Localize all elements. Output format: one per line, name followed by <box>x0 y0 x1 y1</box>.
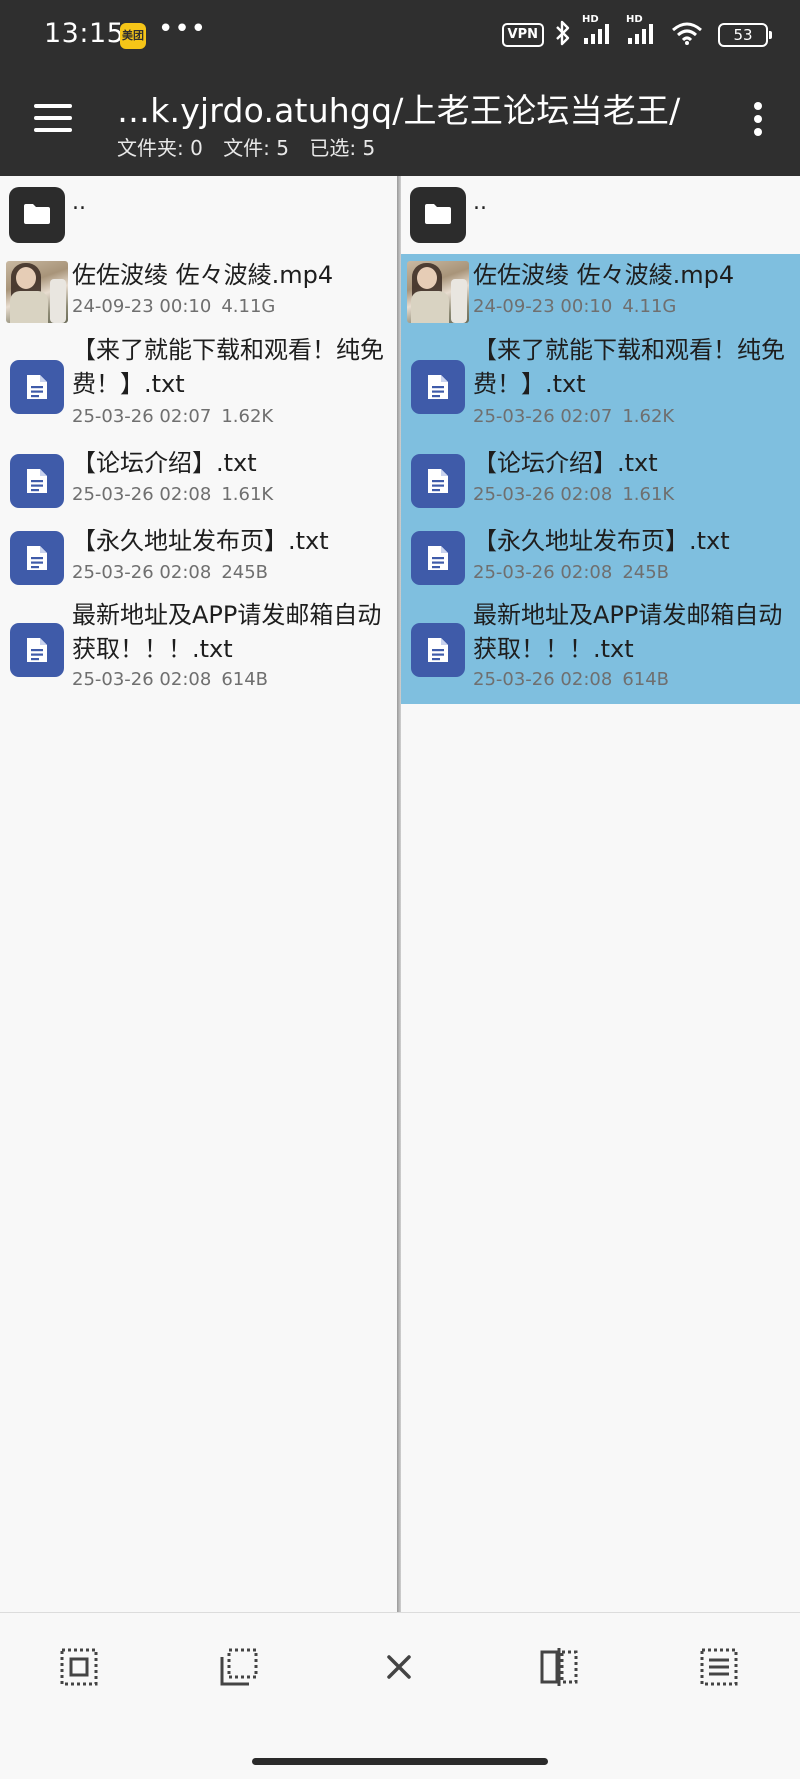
text-file-icon <box>10 454 64 508</box>
file-meta: 25-03-26 02:07 1.62K <box>72 406 273 427</box>
bottom-action-bar <box>0 1612 800 1779</box>
file-meta: 25-03-26 02:08 1.61K <box>72 484 273 505</box>
text-file-icon <box>10 623 64 677</box>
text-file-icon <box>411 360 465 414</box>
more-notifications-icon: ••• <box>158 14 208 44</box>
file-size: 614B <box>622 669 670 690</box>
folder-icon <box>410 187 466 243</box>
meituan-app-icon: 美团 <box>120 23 146 49</box>
file-row[interactable]: 【论坛介绍】.txt 25-03-26 02:08 1.61K <box>0 442 397 519</box>
select-list-icon[interactable] <box>699 1647 743 1691</box>
file-size: 4.11G <box>221 296 276 317</box>
file-name: 佐佐波绫 佐々波綾.mp4 <box>473 261 735 289</box>
file-meta: 24-09-23 00:10 4.11G <box>72 296 275 317</box>
text-file-icon <box>411 454 465 508</box>
file-count: 文件: 5 <box>223 136 290 160</box>
select-all-icon[interactable] <box>59 1647 103 1691</box>
text-file-icon <box>10 360 64 414</box>
file-size: 1.62K <box>221 406 274 427</box>
menu-icon[interactable] <box>34 104 74 136</box>
file-size: 245B <box>622 562 670 583</box>
text-file-icon <box>10 531 64 585</box>
file-meta: 24-09-23 00:10 4.11G <box>473 296 676 317</box>
file-name: 最新地址及APP请发邮箱自动获取！！！.txt <box>72 601 382 663</box>
file-meta: 25-03-26 02:08 614B <box>473 669 669 690</box>
left-pane: .. 佐佐波绫 佐々波綾.mp4 24-09-23 00:10 4.11G 【来了… <box>0 176 397 1612</box>
text-file-icon <box>411 531 465 585</box>
right-pane: .. 佐佐波绫 佐々波綾.mp4 24-09-23 00:10 4.11G 【来了… <box>401 176 800 1612</box>
signal-hd-icon: HD <box>626 14 660 50</box>
text-file-icon <box>411 623 465 677</box>
file-row-selected[interactable]: 最新地址及APP请发邮箱自动获取！！！.txt 25-03-26 02:08 61… <box>401 595 800 704</box>
signal-hd-icon: HD <box>582 14 616 50</box>
more-options-icon[interactable] <box>752 102 764 142</box>
status-indicators: VPN HD HD 53 <box>501 14 772 52</box>
file-size: 614B <box>221 669 269 690</box>
file-date: 25-03-26 02:08 <box>473 562 613 583</box>
file-name: 最新地址及APP请发邮箱自动获取！！！.txt <box>473 601 783 663</box>
file-name: 【来了就能下载和观看！纯免费！】.txt <box>72 336 384 398</box>
video-thumbnail <box>6 261 68 323</box>
file-date: 25-03-26 02:08 <box>473 669 613 690</box>
wifi-icon <box>670 20 704 50</box>
file-meta: 25-03-26 02:08 245B <box>72 562 268 583</box>
file-meta: 25-03-26 02:08 1.61K <box>473 484 674 505</box>
folder-count: 文件夹: 0 <box>117 136 203 160</box>
file-row-selected[interactable]: 【论坛介绍】.txt 25-03-26 02:08 1.61K <box>401 442 800 519</box>
file-date: 25-03-26 02:08 <box>72 669 212 690</box>
app-toolbar: …k.yjrdo.atuhgq/上老王论坛当老王/ 文件夹: 0 文件: 5 已… <box>0 70 800 176</box>
file-size: 1.62K <box>622 406 675 427</box>
selected-count: 已选: 5 <box>309 136 376 160</box>
vpn-icon: VPN <box>501 23 544 47</box>
bluetooth-icon <box>554 19 572 51</box>
home-indicator[interactable] <box>252 1758 548 1765</box>
file-date: 24-09-23 00:10 <box>72 296 212 317</box>
file-row[interactable]: 最新地址及APP请发邮箱自动获取！！！.txt 25-03-26 02:08 61… <box>0 595 397 704</box>
file-date: 25-03-26 02:07 <box>72 406 212 427</box>
file-size: 4.11G <box>622 296 677 317</box>
file-row-selected[interactable]: 佐佐波绫 佐々波綾.mp4 24-09-23 00:10 4.11G <box>401 254 800 330</box>
file-name: 【来了就能下载和观看！纯免费！】.txt <box>473 336 785 398</box>
file-date: 25-03-26 02:08 <box>473 484 613 505</box>
battery-icon: 53 <box>718 23 772 47</box>
file-date: 25-03-26 02:08 <box>72 562 212 583</box>
file-meta: 25-03-26 02:07 1.62K <box>473 406 674 427</box>
file-name: 佐佐波绫 佐々波綾.mp4 <box>72 261 334 289</box>
file-date: 25-03-26 02:07 <box>473 406 613 427</box>
video-thumbnail <box>407 261 469 323</box>
file-meta: 25-03-26 02:08 614B <box>72 669 268 690</box>
selection-summary: 文件夹: 0 文件: 5 已选: 5 <box>117 132 389 161</box>
file-meta: 25-03-26 02:08 245B <box>473 562 669 583</box>
folder-icon <box>9 187 65 243</box>
file-name: 【永久地址发布页】.txt <box>72 527 329 555</box>
file-date: 25-03-26 02:08 <box>72 484 212 505</box>
file-name: 【论坛介绍】.txt <box>72 449 257 477</box>
parent-folder-label: .. <box>473 190 487 215</box>
swap-panes-icon[interactable] <box>539 1647 583 1691</box>
file-row-selected[interactable]: 【来了就能下载和观看！纯免费！】.txt 25-03-26 02:07 1.62K <box>401 330 800 442</box>
status-bar: 13:15 美团 ••• VPN HD HD 53 <box>0 0 800 70</box>
clock: 13:15 <box>44 18 125 49</box>
parent-folder-row[interactable]: .. <box>0 176 397 254</box>
parent-folder-label: .. <box>72 190 86 215</box>
file-row[interactable]: 佐佐波绫 佐々波綾.mp4 24-09-23 00:10 4.11G <box>0 254 397 330</box>
select-partial-icon[interactable] <box>219 1647 263 1691</box>
file-name: 【论坛介绍】.txt <box>473 449 658 477</box>
parent-folder-row[interactable]: .. <box>401 176 800 254</box>
file-date: 24-09-23 00:10 <box>473 296 613 317</box>
file-size: 1.61K <box>221 484 274 505</box>
file-row[interactable]: 【永久地址发布页】.txt 25-03-26 02:08 245B <box>0 519 397 595</box>
file-name: 【永久地址发布页】.txt <box>473 527 730 555</box>
file-row-selected[interactable]: 【永久地址发布页】.txt 25-03-26 02:08 245B <box>401 519 800 595</box>
file-row[interactable]: 【来了就能下载和观看！纯免费！】.txt 25-03-26 02:07 1.62K <box>0 330 397 442</box>
clear-selection-icon[interactable] <box>379 1647 423 1691</box>
file-size: 1.61K <box>622 484 675 505</box>
file-size: 245B <box>221 562 269 583</box>
path-title[interactable]: …k.yjrdo.atuhgq/上老王论坛当老王/ <box>117 84 717 132</box>
